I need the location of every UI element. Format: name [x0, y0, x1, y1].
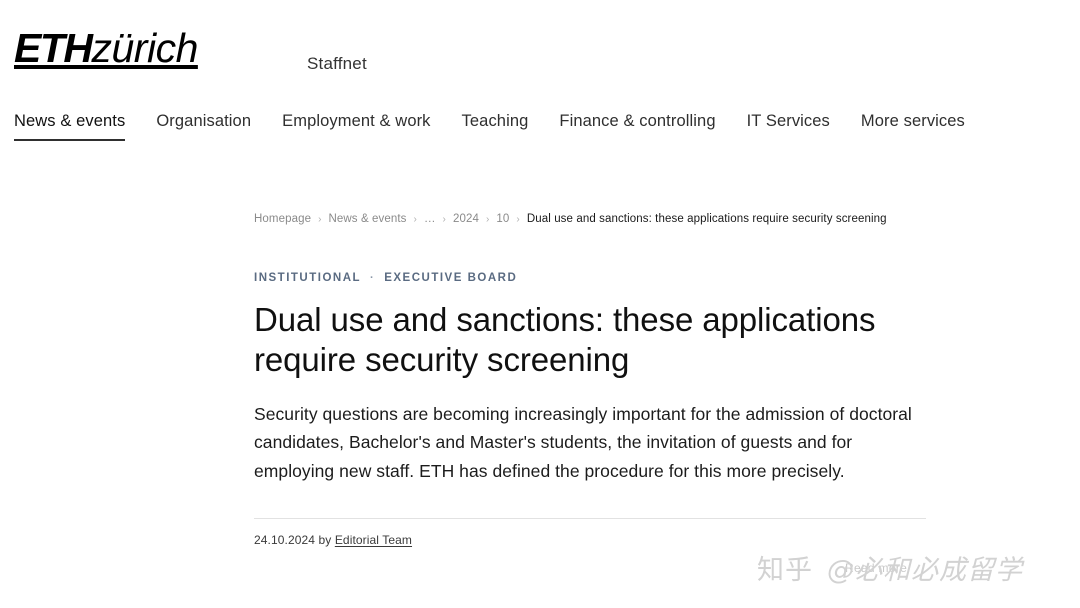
breadcrumb-separator-icon: › [442, 213, 446, 225]
main-nav-item: Finance & controlling [559, 112, 746, 141]
main-nav-item: IT Services [747, 112, 861, 141]
article-lead-paragraph: Security questions are becoming increasi… [254, 403, 912, 481]
category-separator-dot: · [370, 271, 376, 284]
eth-zurich-logo[interactable]: ETHzürich [14, 28, 198, 69]
category-tag[interactable]: EXECUTIVE BOARD [384, 272, 517, 284]
breadcrumb-separator-icon: › [516, 213, 520, 225]
site-header: ETHzürich Staffnet [0, 0, 1080, 112]
watermark-brand: 知乎 [757, 555, 813, 586]
portal-name-staffnet[interactable]: Staffnet [307, 54, 367, 74]
breadcrumb-separator-icon: › [413, 213, 417, 225]
page-title: Dual use and sanctions: these applicatio… [254, 300, 876, 378]
breadcrumb-link[interactable]: 2024 [453, 212, 479, 227]
breadcrumb-link[interactable]: 10 [496, 212, 509, 227]
main-nav-item: Organisation [156, 112, 282, 141]
main-nav-item: News & events [14, 112, 156, 141]
breadcrumb: Homepage › News & events › … › 2024 › 10 › Dual us… [254, 212, 926, 227]
article-category-list: INSTITUTIONAL · EXECUTIVE BOARD [254, 272, 926, 284]
nav-link-more-services[interactable]: More services [861, 112, 965, 141]
byline-prefix: by [318, 533, 332, 548]
breadcrumb-separator-icon: › [485, 213, 490, 225]
nav-link-teaching[interactable]: Teaching [462, 112, 529, 141]
logo-zurich-text: zürich [91, 25, 199, 71]
main-nav-item: More services [861, 112, 996, 141]
nav-link-organisation[interactable]: Organisation [156, 112, 251, 141]
breadcrumb-link[interactable]: … [424, 212, 436, 227]
main-nav-item: Employment & work [282, 112, 461, 141]
article-author-link[interactable]: Editorial Team [335, 533, 412, 547]
content-divider [254, 518, 926, 520]
article-byline: 24.10.2024 by Editorial Team [254, 533, 926, 547]
main-navigation: News & events Organisation Employment & wo… [0, 112, 1080, 164]
article-date: 24.10.2024 [254, 533, 316, 548]
breadcrumb-separator-icon: › [318, 213, 322, 225]
breadcrumb-current: Dual use and sanctions: these applicatio… [526, 213, 887, 225]
obscured-read-more-text: Read more [845, 561, 908, 575]
nav-link-finance-controlling[interactable]: Finance & controlling [559, 112, 715, 141]
category-tag[interactable]: INSTITUTIONAL [254, 272, 361, 284]
breadcrumb-link[interactable]: Homepage [254, 212, 311, 227]
nav-link-it-services[interactable]: IT Services [747, 112, 830, 141]
article-content-column: Homepage › News & events › … › 2024 › 10 › Dual us… [254, 212, 926, 547]
logo-eth-text: ETH [14, 25, 93, 71]
breadcrumb-link[interactable]: News & events [329, 212, 407, 227]
main-navigation-list: News & events Organisation Employment & wo… [0, 112, 1080, 141]
nav-link-employment-work[interactable]: Employment & work [282, 112, 430, 141]
nav-link-news-events[interactable]: News & events [14, 112, 126, 141]
main-nav-item: Teaching [462, 112, 560, 141]
